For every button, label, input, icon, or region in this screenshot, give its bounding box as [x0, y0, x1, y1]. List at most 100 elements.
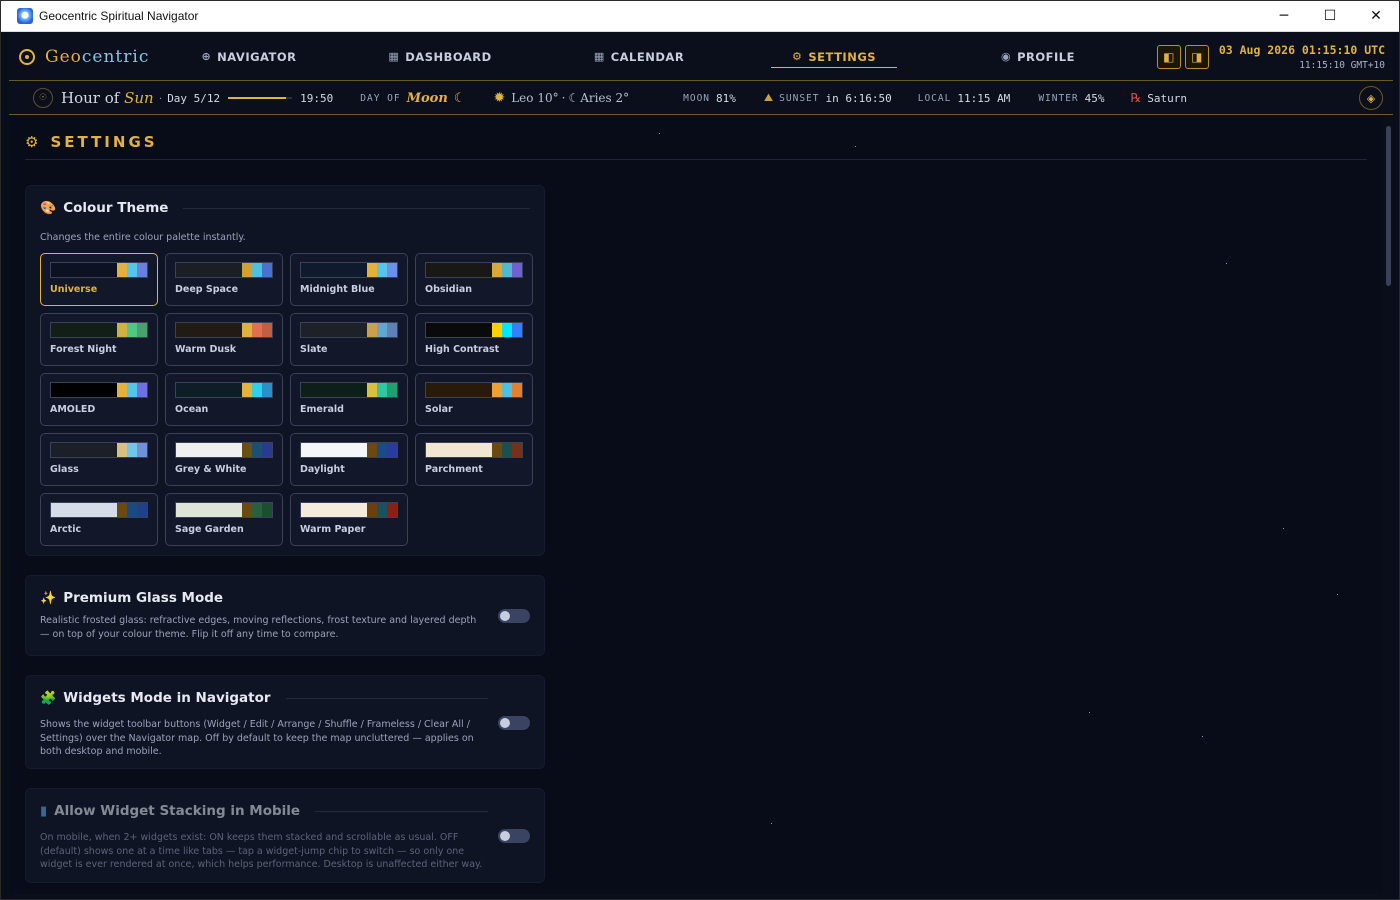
brand-suffix: centric	[81, 46, 150, 67]
theme-option[interactable]: Arctic	[40, 492, 158, 546]
theme-swatch	[175, 261, 273, 278]
info-bar: ☉ Hour of Sun · Day 5/12 19:50 DAY OF Mo…	[9, 82, 1393, 115]
globe-icon: ⊕	[201, 50, 212, 63]
brand-logo[interactable]: Geocentric	[9, 47, 189, 67]
scrollbar[interactable]	[1383, 116, 1393, 893]
sparkles-icon: ✨	[40, 590, 57, 606]
app-window: Geocentric Spiritual Navigator ─ ☐ ✕ Geo…	[0, 0, 1400, 900]
theme-option[interactable]: High Contrast	[415, 312, 533, 366]
theme-option[interactable]: Warm Dusk	[165, 312, 283, 366]
moon-sign-icon: ☾	[568, 91, 580, 105]
theme-option[interactable]: Forest Night	[40, 312, 158, 366]
theme-option[interactable]: Emerald	[290, 372, 408, 426]
theme-name: Arctic	[50, 523, 82, 535]
local-label: LOCAL	[917, 92, 952, 104]
scrollbar-thumb[interactable]	[1386, 126, 1391, 286]
theme-swatch	[425, 381, 523, 398]
theme-swatch	[300, 441, 398, 458]
star-decoration	[1089, 712, 1090, 713]
minimize-button[interactable]: ─	[1261, 1, 1307, 32]
close-button[interactable]: ✕	[1353, 1, 1399, 32]
gear-icon: ⚙	[791, 50, 803, 63]
theme-name: Ocean	[175, 403, 209, 415]
theme-option[interactable]: Daylight	[290, 432, 408, 486]
theme-name: Deep Space	[175, 283, 239, 295]
theme-swatch	[425, 321, 523, 338]
theme-option[interactable]: Warm Paper	[290, 492, 408, 546]
utc-time: 03 Aug 2026 01:15:10 UTC	[1218, 42, 1385, 57]
widgets-mode-toggle[interactable]	[498, 716, 530, 730]
hour-end-time: 19:50	[300, 91, 334, 105]
widgets-mode-description: Shows the widget toolbar buttons (Widget…	[40, 719, 474, 757]
theme-option[interactable]: Glass	[40, 432, 158, 486]
hour-planet: Sun	[124, 89, 154, 107]
theme-name: Midnight Blue	[300, 283, 375, 295]
calendar-icon: ▦	[593, 50, 605, 63]
window-title: Geocentric Spiritual Navigator	[39, 9, 199, 23]
sunset-countdown: in 6:16:50	[825, 91, 892, 105]
theme-name: AMOLED	[50, 403, 96, 415]
theme-option[interactable]: Grey & White	[165, 432, 283, 486]
theme-option[interactable]: Deep Space	[165, 252, 283, 306]
theme-name: High Contrast	[425, 343, 500, 355]
theme-name: Warm Paper	[300, 523, 366, 535]
nav-profile[interactable]: ◉ PROFILE	[993, 33, 1083, 81]
theme-option[interactable]: Sage Garden	[165, 492, 283, 546]
theme-swatch	[425, 261, 523, 278]
star-decoration	[659, 133, 660, 134]
app-header: Geocentric ⊕ NAVIGATOR ▦ DASHBOARD ▦ CALEND…	[9, 33, 1393, 81]
theme-option[interactable]: Parchment	[415, 432, 533, 486]
star-decoration	[1337, 594, 1338, 595]
gear-icon: ⚙	[25, 133, 42, 151]
settings-page: ⚙ SETTINGS 🎨 Colour Theme Changes the en…	[9, 116, 1393, 893]
theme-swatch	[425, 441, 523, 458]
theme-name: Sage Garden	[175, 523, 244, 535]
premium-glass-toggle[interactable]	[498, 609, 530, 623]
star-decoration	[771, 823, 772, 824]
theme-name: Slate	[300, 343, 328, 355]
nav-dashboard[interactable]: ▦ DASHBOARD	[388, 33, 491, 81]
planetary-hour: Hour of Sun	[61, 89, 154, 107]
widget-stacking-toggle[interactable]	[498, 829, 530, 843]
sun-icon	[19, 48, 35, 65]
nav-label: CALENDAR	[610, 49, 685, 64]
hour-of-label: Hour of	[61, 89, 120, 107]
premium-glass-description: Realistic frosted glass: refractive edge…	[40, 615, 477, 640]
nav-settings[interactable]: ⚙ SETTINGS	[771, 33, 897, 81]
window-titlebar: Geocentric Spiritual Navigator ─ ☐ ✕	[1, 1, 1399, 32]
palette-icon: 🎨	[40, 200, 57, 216]
theme-swatch	[300, 261, 398, 278]
nav-label: SETTINGS	[808, 49, 877, 64]
theme-option[interactable]: Solar	[415, 372, 533, 426]
panel-right-toggle-icon[interactable]: ◨	[1184, 44, 1209, 69]
theme-swatch	[300, 501, 398, 518]
theme-swatch	[175, 501, 273, 518]
theme-name: Emerald	[300, 403, 344, 415]
theme-swatch	[50, 321, 148, 338]
theme-option[interactable]: Universe	[40, 252, 158, 306]
theme-option[interactable]: Ocean	[165, 372, 283, 426]
theme-option[interactable]: Midnight Blue	[290, 252, 408, 306]
theme-swatch	[300, 381, 398, 398]
brand-prefix: Geo	[45, 46, 82, 67]
panel-left-toggle-icon[interactable]: ◧	[1156, 44, 1181, 69]
theme-option[interactable]: AMOLED	[40, 372, 158, 426]
theme-option[interactable]: Slate	[290, 312, 408, 366]
nav-calendar[interactable]: ▦ CALENDAR	[589, 33, 689, 81]
nav-navigator[interactable]: ⊕ NAVIGATOR	[189, 33, 309, 81]
widget-stacking-description: On mobile, when 2+ widgets exist: ON kee…	[40, 832, 483, 870]
compass-icon[interactable]: ◈	[1359, 86, 1383, 110]
planetary-hour-icon[interactable]: ☉	[33, 88, 53, 108]
widgets-mode-heading: Widgets Mode in Navigator	[63, 690, 271, 706]
maximize-button[interactable]: ☐	[1307, 1, 1353, 32]
colour-theme-card: 🎨 Colour Theme Changes the entire colour…	[25, 185, 545, 556]
colour-theme-description: Changes the entire colour palette instan…	[40, 232, 246, 243]
day-planet: Moon	[406, 90, 448, 106]
widget-stacking-heading: Allow Widget Stacking in Mobile	[54, 803, 301, 819]
clock: 03 Aug 2026 01:15:10 UTC 11:15:10 GMT+10	[1219, 43, 1385, 71]
theme-swatch	[175, 441, 273, 458]
star-decoration	[855, 146, 856, 147]
theme-option[interactable]: Obsidian	[415, 252, 533, 306]
moon-label: MOON	[683, 92, 711, 104]
moon-illumination: 81%	[716, 91, 736, 105]
